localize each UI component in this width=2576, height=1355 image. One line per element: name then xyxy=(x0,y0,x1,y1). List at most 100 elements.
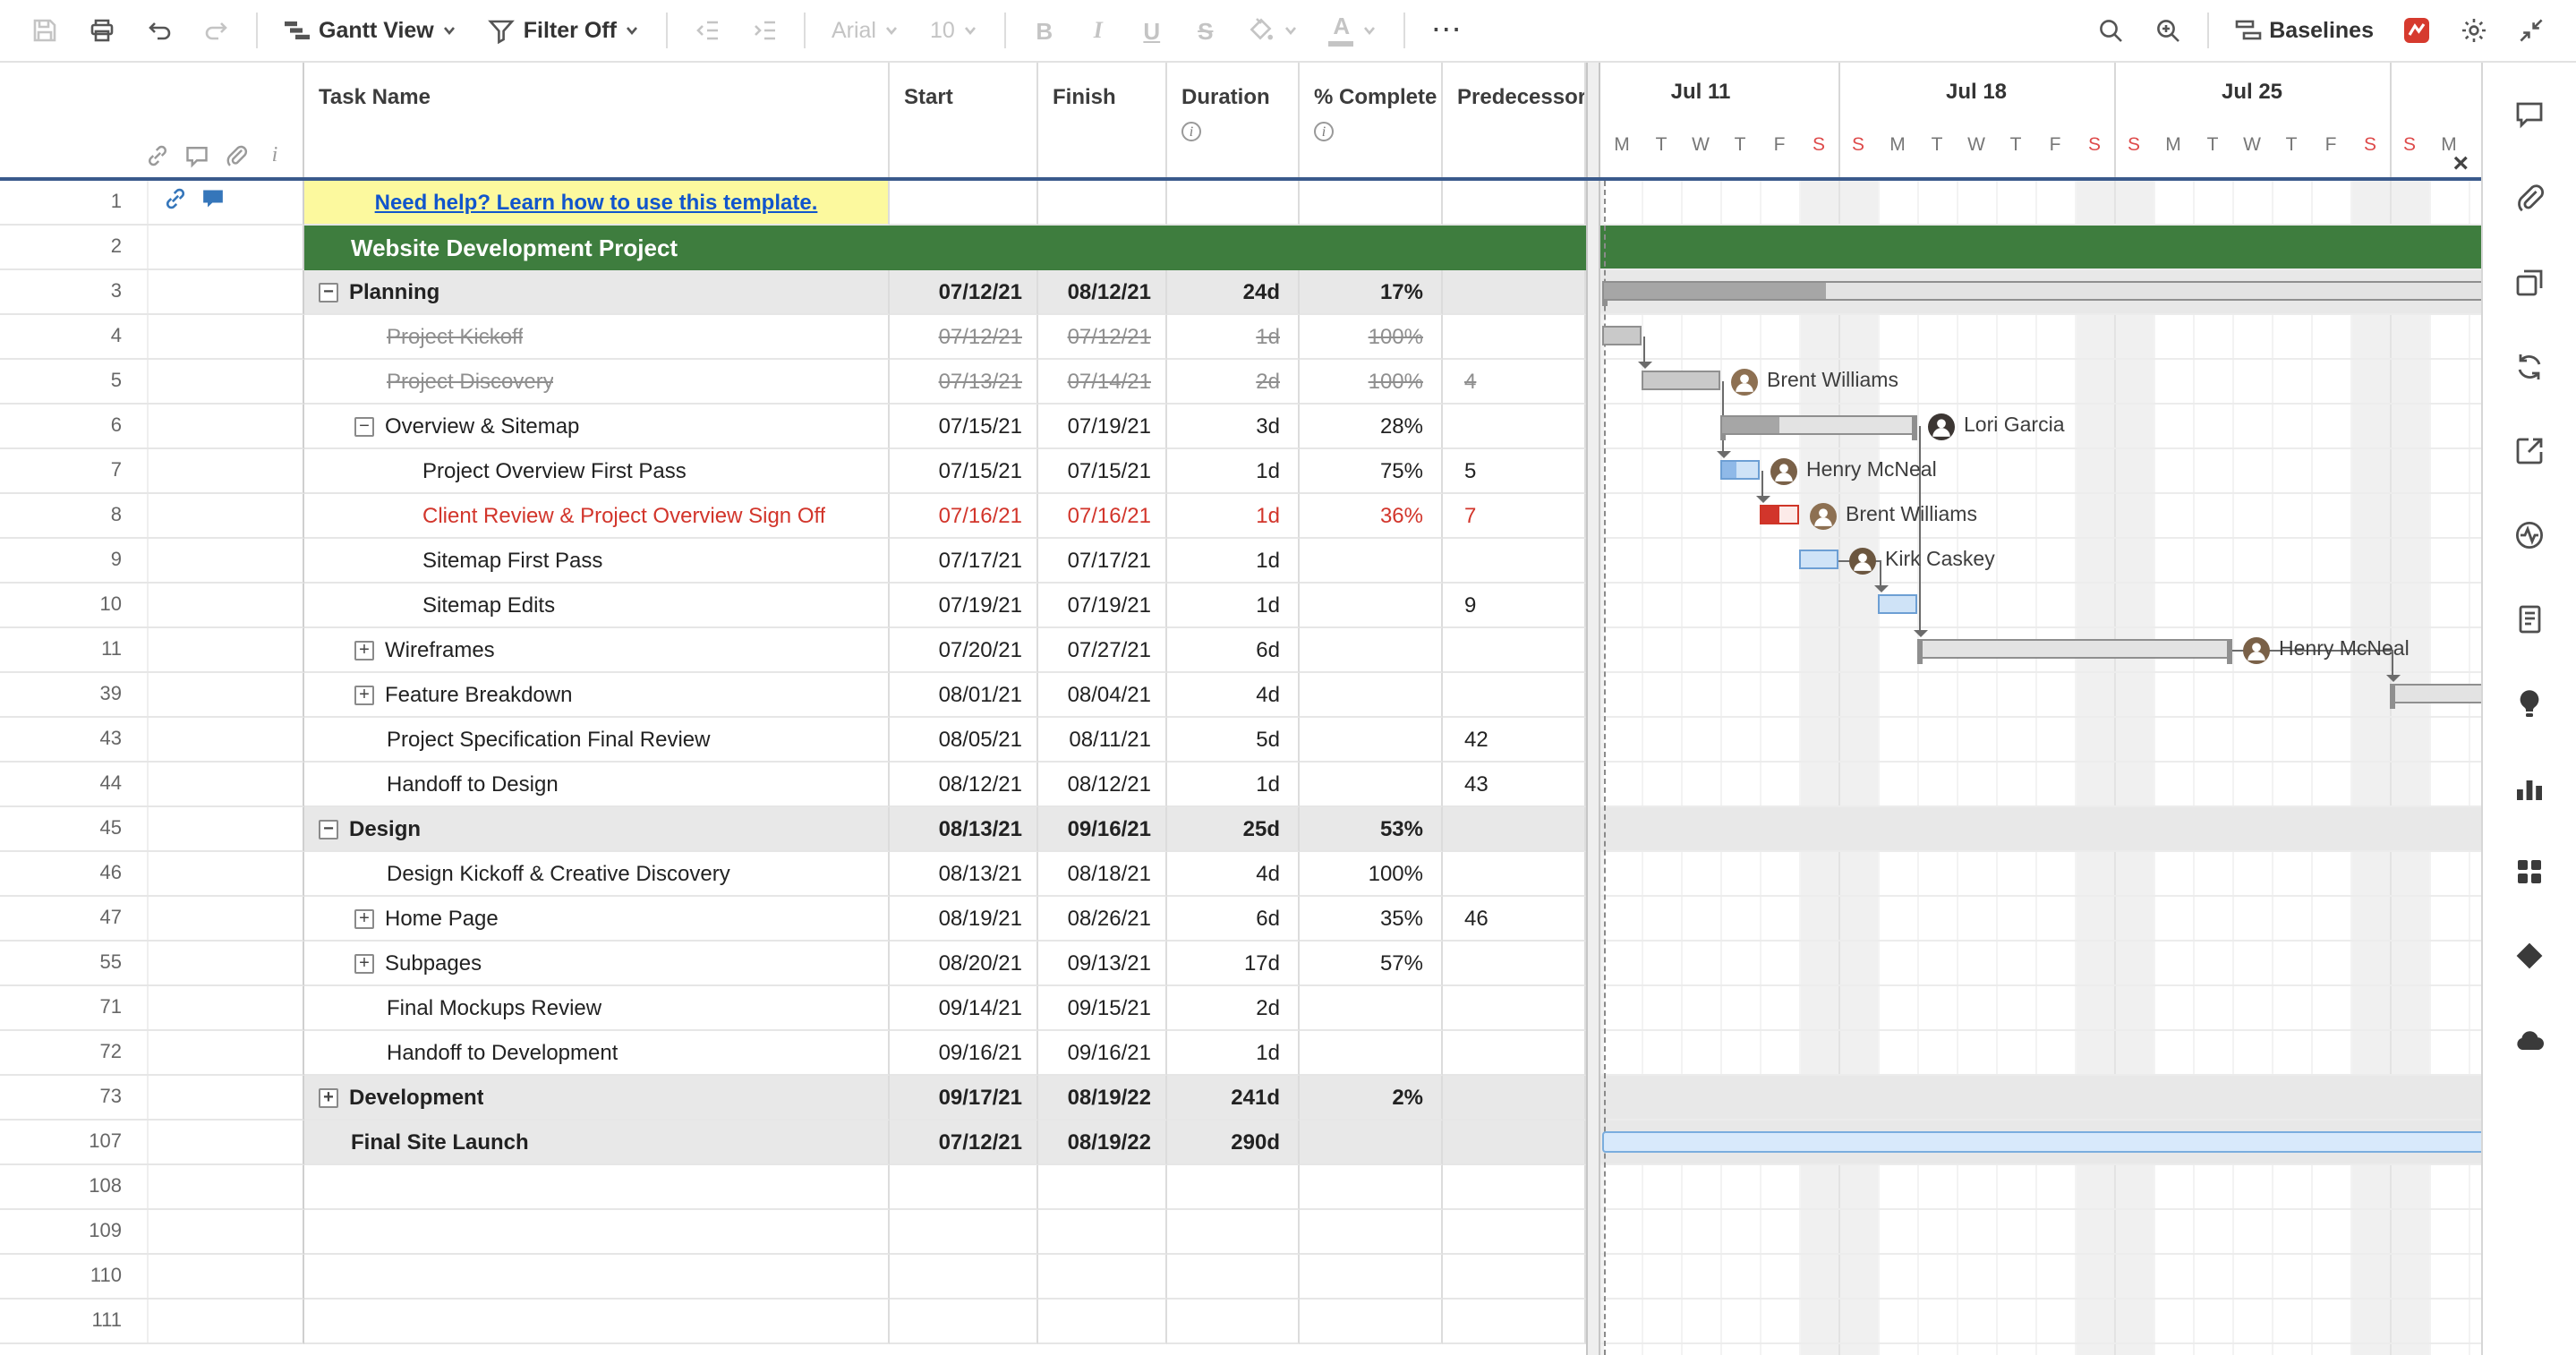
finish-cell[interactable] xyxy=(1038,226,1167,270)
rail-charts-button[interactable] xyxy=(2499,761,2560,818)
duration-cell[interactable] xyxy=(1167,181,1300,226)
start-cell[interactable]: 08/01/21 xyxy=(890,673,1038,718)
grid-row-47[interactable]: 47+Home Page08/19/2108/26/216d35%46 xyxy=(0,897,1586,942)
row-number[interactable]: 9 xyxy=(0,539,149,582)
finish-cell[interactable]: 07/19/21 xyxy=(1038,584,1167,628)
finish-cell[interactable]: 09/13/21 xyxy=(1038,942,1167,986)
row-number[interactable]: 46 xyxy=(0,852,149,895)
percent-cell[interactable] xyxy=(1300,226,1443,270)
start-cell[interactable]: 07/15/21 xyxy=(890,449,1038,494)
row-number[interactable]: 39 xyxy=(0,673,149,716)
expand-toggle[interactable]: + xyxy=(319,1087,338,1107)
start-cell[interactable]: 07/12/21 xyxy=(890,315,1038,360)
start-cell[interactable] xyxy=(890,1210,1038,1255)
finish-cell[interactable]: 07/12/21 xyxy=(1038,315,1167,360)
start-cell[interactable]: 07/16/21 xyxy=(890,494,1038,539)
predecessor-cell[interactable]: 9 xyxy=(1443,584,1586,628)
grid-row-5[interactable]: 5Project Discovery07/13/2107/14/212d100%… xyxy=(0,360,1586,405)
duration-cell[interactable]: 3d xyxy=(1167,405,1300,449)
task-cell[interactable]: +Wireframes xyxy=(304,628,890,673)
rail-apps-button[interactable] xyxy=(2499,845,2560,902)
task-cell[interactable]: Project Specification Final Review xyxy=(304,718,890,763)
percent-cell[interactable] xyxy=(1300,1255,1443,1300)
percent-cell[interactable]: 100% xyxy=(1300,852,1443,897)
grid-row-10[interactable]: 10Sitemap Edits07/19/2107/19/211d9 xyxy=(0,584,1586,628)
expand-toggle[interactable]: + xyxy=(354,685,374,704)
critical-path-button[interactable] xyxy=(2390,7,2444,54)
predecessor-cell[interactable] xyxy=(1443,807,1586,852)
bold-button[interactable]: B xyxy=(1019,7,1070,54)
predecessor-cell[interactable] xyxy=(1443,1165,1586,1210)
start-cell[interactable]: 08/13/21 xyxy=(890,852,1038,897)
predecessor-cell[interactable]: 43 xyxy=(1443,763,1586,807)
duration-cell[interactable]: 6d xyxy=(1167,897,1300,942)
predecessor-cell[interactable] xyxy=(1443,181,1586,226)
row-number[interactable]: 55 xyxy=(0,942,149,984)
task-cell[interactable]: +Feature Breakdown xyxy=(304,673,890,718)
finish-cell[interactable]: 09/16/21 xyxy=(1038,807,1167,852)
duration-cell[interactable]: 24d xyxy=(1167,270,1300,315)
rail-proofs-button[interactable] xyxy=(2499,256,2560,313)
row-number[interactable]: 47 xyxy=(0,897,149,940)
percent-cell[interactable] xyxy=(1300,539,1443,584)
search-button[interactable] xyxy=(2083,7,2137,54)
predecessor-cell[interactable] xyxy=(1443,270,1586,315)
grid-row-46[interactable]: 46Design Kickoff & Creative Discovery08/… xyxy=(0,852,1586,897)
rail-update-requests-button[interactable] xyxy=(2499,340,2560,397)
gantt-bar-9[interactable] xyxy=(1799,550,1838,569)
percent-cell[interactable] xyxy=(1300,763,1443,807)
task-cell[interactable]: Final Site Launch xyxy=(304,1121,890,1165)
duration-cell[interactable]: 17d xyxy=(1167,942,1300,986)
grid-row-71[interactable]: 71Final Mockups Review09/14/2109/15/212d xyxy=(0,986,1586,1031)
predecessor-cell[interactable] xyxy=(1443,628,1586,673)
task-cell[interactable]: Sitemap First Pass xyxy=(304,539,890,584)
column-header-task[interactable]: Task Name xyxy=(304,63,890,181)
grid-row-55[interactable]: 55+Subpages08/20/2109/13/2117d57% xyxy=(0,942,1586,986)
comment-icon[interactable] xyxy=(200,185,226,219)
row-number[interactable]: 10 xyxy=(0,584,149,626)
collapse-toggle[interactable]: − xyxy=(319,819,338,839)
start-cell[interactable]: 08/20/21 xyxy=(890,942,1038,986)
start-cell[interactable] xyxy=(890,1165,1038,1210)
percent-cell[interactable] xyxy=(1300,986,1443,1031)
view-selector[interactable]: Gantt View xyxy=(270,7,472,54)
percent-cell[interactable]: 53% xyxy=(1300,807,1443,852)
percent-cell[interactable] xyxy=(1300,1210,1443,1255)
percent-cell[interactable]: 28% xyxy=(1300,405,1443,449)
duration-cell[interactable]: 241d xyxy=(1167,1076,1300,1121)
row-number[interactable]: 45 xyxy=(0,807,149,850)
predecessor-cell[interactable]: 46 xyxy=(1443,897,1586,942)
filter-button[interactable]: Filter Off xyxy=(475,7,654,54)
duration-cell[interactable]: 4d xyxy=(1167,673,1300,718)
link-icon[interactable] xyxy=(163,185,188,219)
task-cell[interactable]: −Design xyxy=(304,807,890,852)
predecessor-cell[interactable] xyxy=(1443,1255,1586,1300)
row-number[interactable]: 5 xyxy=(0,360,149,403)
underline-button[interactable]: U xyxy=(1127,7,1177,54)
gantt-bar-3[interactable] xyxy=(1602,281,2481,301)
percent-cell[interactable] xyxy=(1300,1121,1443,1165)
grid-gantt-splitter[interactable] xyxy=(1586,63,1600,1355)
gantt-bar-11[interactable] xyxy=(1917,639,2232,659)
percent-cell[interactable]: 100% xyxy=(1300,315,1443,360)
task-cell[interactable]: Handoff to Development xyxy=(304,1031,890,1076)
grid-row-108[interactable]: 108 xyxy=(0,1165,1586,1210)
duration-cell[interactable] xyxy=(1167,1165,1300,1210)
predecessor-cell[interactable] xyxy=(1443,539,1586,584)
predecessor-cell[interactable]: 5 xyxy=(1443,449,1586,494)
gantt-bar-8[interactable] xyxy=(1760,505,1799,524)
settings-button[interactable] xyxy=(2447,7,2501,54)
row-number[interactable]: 71 xyxy=(0,986,149,1029)
grid-row-109[interactable]: 109 xyxy=(0,1210,1586,1255)
predecessor-cell[interactable] xyxy=(1443,1300,1586,1344)
duration-cell[interactable]: 1d xyxy=(1167,539,1300,584)
indent-button[interactable] xyxy=(738,7,792,54)
finish-cell[interactable]: 08/04/21 xyxy=(1038,673,1167,718)
predecessor-cell[interactable] xyxy=(1443,852,1586,897)
row-number[interactable]: 111 xyxy=(0,1300,149,1342)
gantt-bar-39[interactable] xyxy=(2390,684,2481,703)
gantt-bar-4[interactable] xyxy=(1602,326,1642,345)
more-button[interactable]: ⋯ xyxy=(1419,7,1476,54)
finish-cell[interactable]: 08/12/21 xyxy=(1038,270,1167,315)
percent-cell[interactable] xyxy=(1300,718,1443,763)
